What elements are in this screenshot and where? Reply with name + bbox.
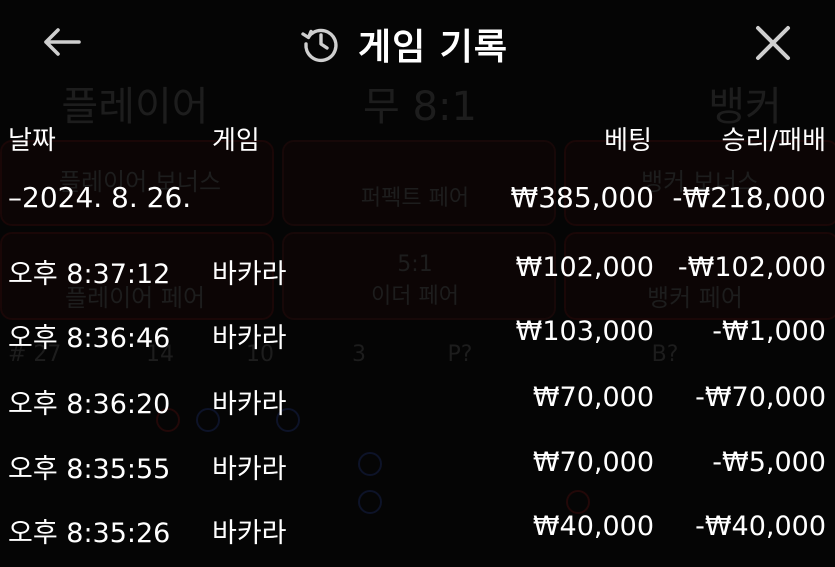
row-game: 바카라 [212, 454, 287, 485]
row-bet: ₩70,000 [532, 447, 654, 478]
back-button[interactable] [36, 20, 86, 64]
row-game: 바카라 [212, 323, 287, 354]
row-result: -₩102,000 [677, 252, 826, 283]
close-icon [756, 26, 790, 60]
date-group-row[interactable]: –2024. 8. 26. ₩385,000 -₩218,000 [0, 181, 835, 225]
date-group-result-total: -₩218,000 [672, 181, 826, 214]
row-time: 오후 8:36:20 [8, 389, 171, 420]
row-bet: ₩40,000 [532, 511, 654, 542]
row-time: 오후 8:36:46 [8, 323, 171, 354]
row-time: 오후 8:37:12 [8, 259, 171, 290]
column-header-bet: 베팅 [604, 126, 652, 156]
row-result: -₩70,000 [695, 382, 826, 413]
row-game: 바카라 [212, 259, 287, 290]
table-row[interactable]: 오후 8:35:26 바카라 ₩40,000 -₩40,000 [0, 511, 835, 555]
game-history-panel: 게임 기록 날짜 게임 베팅 승리/패배 –2024. 8. 26. ₩385,… [0, 0, 835, 567]
date-group-bet-total: ₩385,000 [510, 181, 654, 214]
row-time: 오후 8:35:26 [8, 518, 171, 549]
table-row[interactable]: 오후 8:36:46 바카라 ₩103,000 -₩1,000 [0, 316, 835, 360]
table-row[interactable]: 오후 8:36:20 바카라 ₩70,000 -₩70,000 [0, 382, 835, 426]
row-bet: ₩103,000 [515, 316, 654, 347]
history-icon [301, 28, 338, 63]
table-row[interactable]: 오후 8:35:55 바카라 ₩70,000 -₩5,000 [0, 447, 835, 491]
column-header-result: 승리/패배 [721, 126, 826, 156]
row-time: 오후 8:35:55 [8, 454, 171, 485]
arrow-left-icon [44, 28, 81, 56]
page-title: 게임 기록 [358, 27, 509, 68]
table-row[interactable]: 오후 8:37:12 바카라 ₩102,000 -₩102,000 [0, 252, 835, 296]
title-group: 게임 기록 [300, 16, 560, 72]
row-result: -₩5,000 [712, 447, 826, 478]
row-game: 바카라 [212, 389, 287, 420]
row-game: 바카라 [212, 518, 287, 549]
column-header-game: 게임 [212, 126, 260, 156]
row-bet: ₩70,000 [532, 382, 654, 413]
row-result: -₩1,000 [712, 316, 826, 347]
row-bet: ₩102,000 [515, 252, 654, 283]
header: 게임 기록 [0, 0, 835, 88]
row-result: -₩40,000 [695, 511, 826, 542]
close-button[interactable] [748, 18, 798, 68]
date-group-label: –2024. 8. 26. [8, 181, 192, 214]
column-header-date: 날짜 [8, 126, 56, 156]
